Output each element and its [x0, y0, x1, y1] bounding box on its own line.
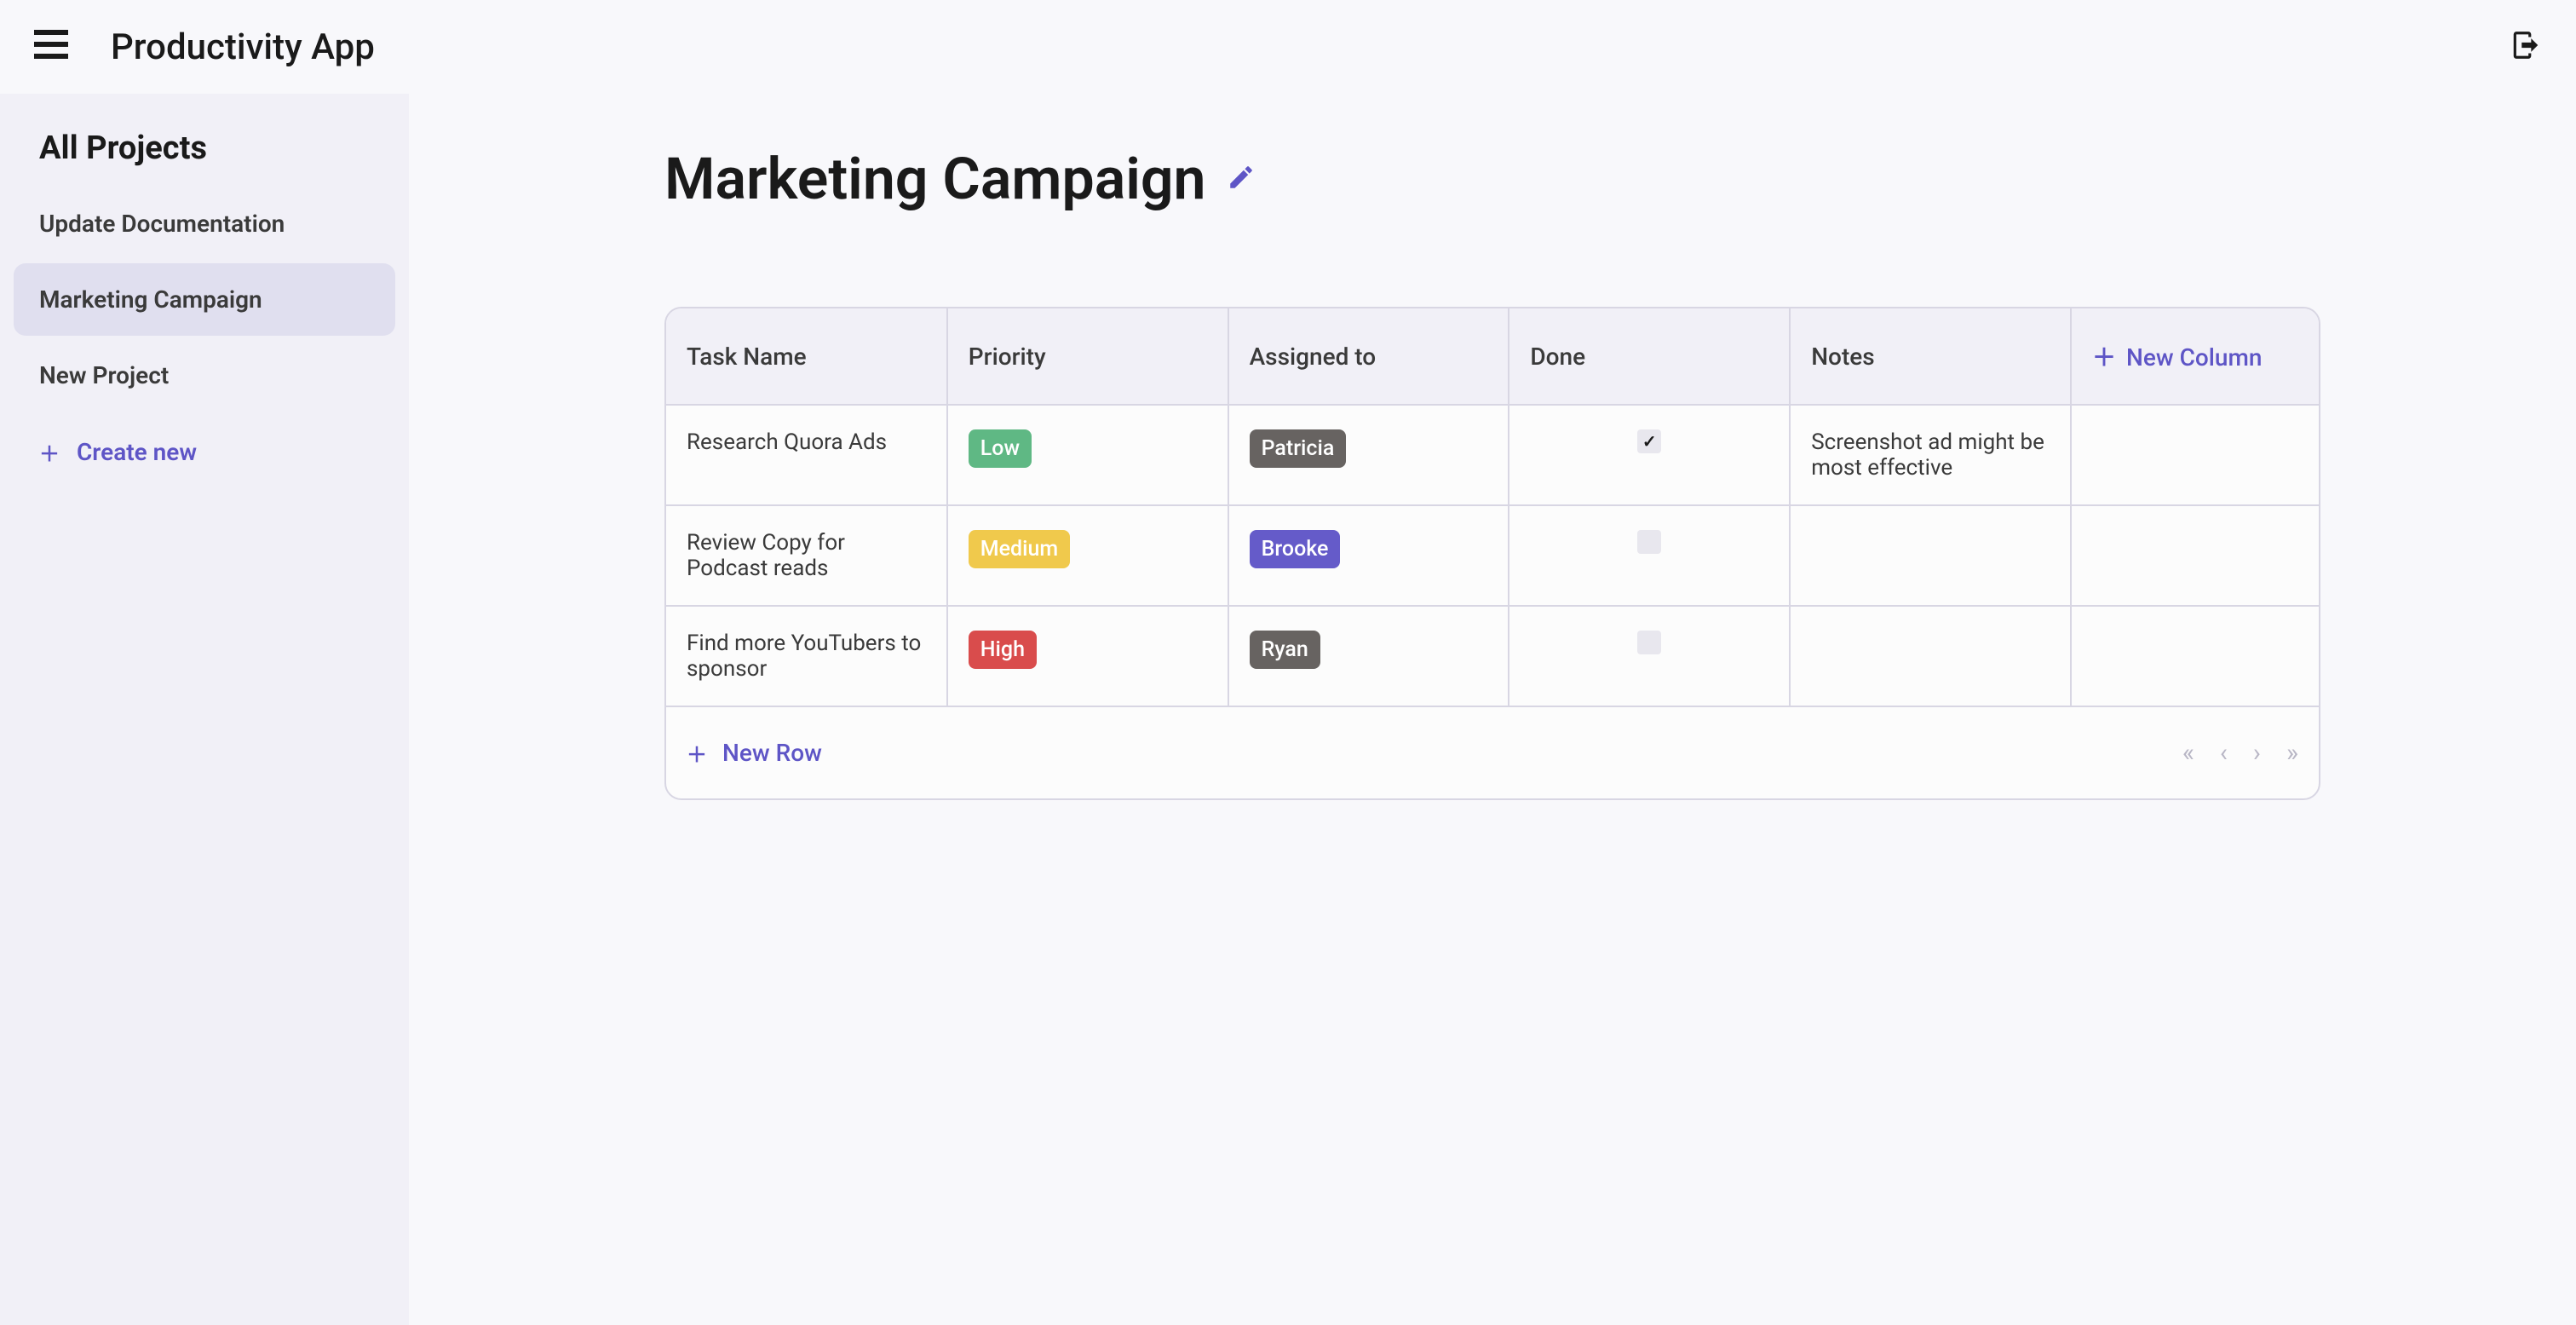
- cell-notes[interactable]: [1790, 606, 2071, 706]
- cell-priority[interactable]: Low: [947, 405, 1228, 505]
- app-title: Productivity App: [111, 26, 375, 68]
- page-title: Marketing Campaign: [664, 145, 1206, 213]
- table-row: Find more YouTubers to sponsor High Ryan: [666, 606, 2319, 706]
- sidebar-item-marketing-campaign[interactable]: Marketing Campaign: [14, 263, 395, 336]
- cell-notes[interactable]: Screenshot ad might be most effective: [1790, 405, 2071, 505]
- page-title-row: Marketing Campaign: [664, 145, 2320, 213]
- sidebar: All Projects Update Documentation Market…: [0, 94, 409, 1325]
- done-checkbox[interactable]: [1637, 429, 1661, 453]
- cell-task-name[interactable]: Research Quora Ads: [666, 405, 947, 505]
- sidebar-item-new-project[interactable]: New Project: [14, 339, 395, 412]
- column-header-done[interactable]: Done: [1509, 308, 1790, 405]
- new-row-label: New Row: [722, 739, 822, 767]
- main-content: Marketing Campaign Task Name Priority As…: [409, 94, 2576, 1325]
- layout: All Projects Update Documentation Market…: [0, 94, 2576, 1325]
- column-header-notes[interactable]: Notes: [1790, 308, 2071, 405]
- table-footer: ＋ New Row « ‹ › »: [666, 707, 2319, 798]
- cell-empty[interactable]: [2071, 505, 2319, 606]
- table-row: Review Copy for Podcast reads Medium Bro…: [666, 505, 2319, 606]
- priority-badge: High: [969, 631, 1037, 669]
- plus-icon: ＋: [687, 738, 707, 768]
- cell-task-name[interactable]: Find more YouTubers to sponsor: [666, 606, 947, 706]
- done-checkbox[interactable]: [1637, 631, 1661, 654]
- cell-task-name[interactable]: Review Copy for Podcast reads: [666, 505, 947, 606]
- menu-icon[interactable]: [34, 27, 68, 67]
- pagination-next-icon[interactable]: ›: [2253, 738, 2261, 768]
- priority-badge: Medium: [969, 530, 1070, 568]
- cell-priority[interactable]: High: [947, 606, 1228, 706]
- cell-empty[interactable]: [2071, 606, 2319, 706]
- cell-assigned-to[interactable]: Patricia: [1228, 405, 1509, 505]
- edit-icon[interactable]: [1227, 163, 1256, 195]
- header-left: Productivity App: [34, 26, 375, 68]
- pagination: « ‹ › »: [2182, 738, 2298, 768]
- assignee-badge: Brooke: [1250, 530, 1341, 568]
- tasks-table: Task Name Priority Assigned to Done Note…: [666, 308, 2319, 707]
- plus-icon: ＋: [2092, 343, 2116, 372]
- cell-done[interactable]: [1509, 606, 1790, 706]
- sidebar-item-update-documentation[interactable]: Update Documentation: [14, 187, 395, 260]
- cell-priority[interactable]: Medium: [947, 505, 1228, 606]
- pagination-first-icon[interactable]: «: [2182, 738, 2194, 768]
- cell-assigned-to[interactable]: Brooke: [1228, 505, 1509, 606]
- logout-icon[interactable]: [2510, 29, 2542, 65]
- column-header-priority[interactable]: Priority: [947, 308, 1228, 405]
- column-header-assigned-to[interactable]: Assigned to: [1228, 308, 1509, 405]
- column-header-task-name[interactable]: Task Name: [666, 308, 947, 405]
- priority-badge: Low: [969, 429, 1032, 468]
- plus-icon: ＋: [39, 437, 60, 467]
- cell-done[interactable]: [1509, 405, 1790, 505]
- pagination-last-icon[interactable]: »: [2286, 738, 2298, 768]
- cell-assigned-to[interactable]: Ryan: [1228, 606, 1509, 706]
- new-column-button[interactable]: ＋ New Column: [2071, 308, 2319, 405]
- assignee-badge: Patricia: [1250, 429, 1347, 468]
- create-new-label: Create new: [77, 438, 197, 466]
- create-new-button[interactable]: ＋ Create new: [14, 415, 395, 489]
- new-column-label: New Column: [2126, 343, 2262, 372]
- cell-done[interactable]: [1509, 505, 1790, 606]
- sidebar-heading: All Projects: [14, 119, 395, 187]
- done-checkbox[interactable]: [1637, 530, 1661, 554]
- assignee-badge: Ryan: [1250, 631, 1320, 669]
- cell-empty[interactable]: [2071, 405, 2319, 505]
- header: Productivity App: [0, 0, 2576, 94]
- pagination-prev-icon[interactable]: ‹: [2220, 738, 2228, 768]
- new-row-button[interactable]: ＋ New Row: [687, 738, 822, 768]
- table-row: Research Quora Ads Low Patricia Screensh…: [666, 405, 2319, 505]
- table-container: Task Name Priority Assigned to Done Note…: [664, 307, 2320, 800]
- cell-notes[interactable]: [1790, 505, 2071, 606]
